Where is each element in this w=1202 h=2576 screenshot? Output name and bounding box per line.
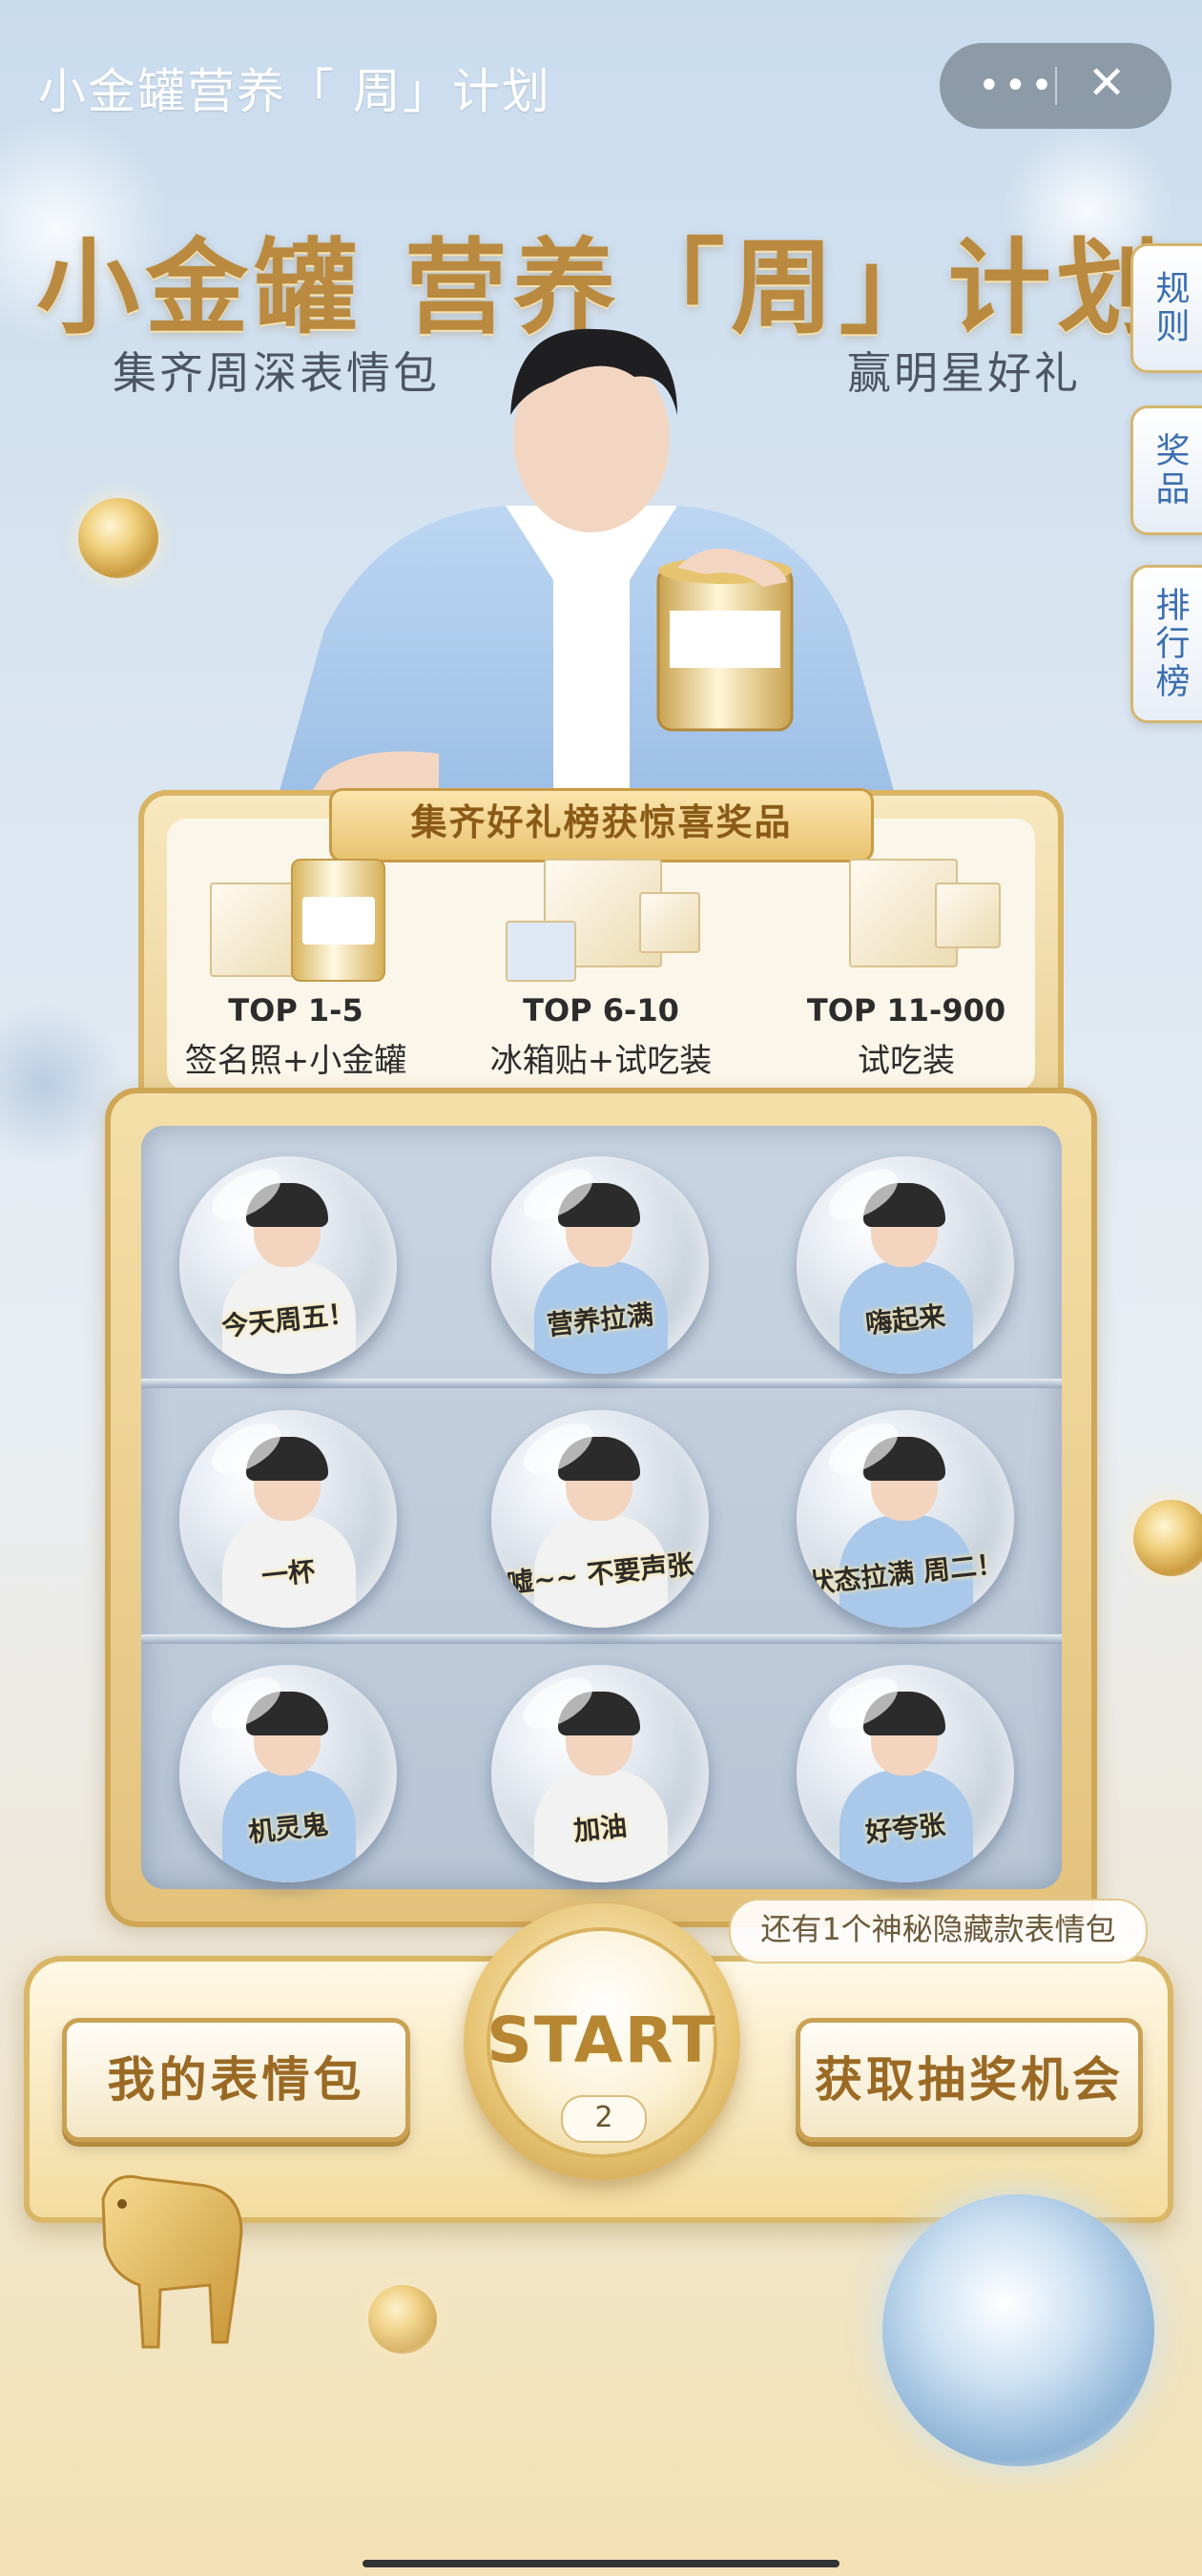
start-label[interactable]: START: [464, 2004, 740, 2077]
page: 小金罐营养「 周」计划 ••• ✕ 小金罐 营养「周」计划 集齐周深表情包 赢明…: [0, 0, 1202, 2576]
more-icon[interactable]: •••: [978, 64, 1057, 108]
prize-rank: TOP 6-10: [523, 992, 679, 1028]
prize-desc: 冰箱贴+试吃装: [489, 1042, 713, 1080]
prize-tier-2[interactable]: TOP 6-10 冰箱贴+试吃装: [467, 854, 735, 1083]
shelf-divider: [141, 1379, 1062, 1388]
sticker-bubble[interactable]: 营养拉满: [491, 1156, 709, 1374]
tab-leaderboard[interactable]: 排行榜: [1130, 565, 1202, 723]
prize-desc: 试吃装: [858, 1042, 955, 1080]
sticker-bubble[interactable]: 嘘~~ 不要声张: [491, 1410, 709, 1628]
prize-tier-3[interactable]: TOP 11-900 试吃装: [773, 854, 1040, 1083]
miniprogram-capsule: ••• ✕: [940, 43, 1171, 129]
sticker-bubble[interactable]: 好夸张: [797, 1665, 1014, 1882]
top-bar: 小金罐营养「 周」计划 ••• ✕: [0, 0, 1202, 172]
get-chance-button[interactable]: 获取抽奖机会: [796, 2018, 1143, 2142]
tab-prizes[interactable]: 奖品: [1130, 405, 1202, 535]
draw-count-badge: 2: [561, 2095, 647, 2143]
home-indicator: [363, 2560, 839, 2567]
prize-banner: 集齐好礼榜获惊喜奖品: [329, 788, 874, 862]
prize-image-sample: [811, 854, 1002, 983]
sticker-bubble[interactable]: 一杯: [179, 1410, 397, 1628]
sticker-bubble[interactable]: 嗨起来: [797, 1156, 1014, 1374]
sticker-bubble[interactable]: 今天周五！: [179, 1156, 397, 1374]
shelf-divider: [141, 1634, 1062, 1644]
tab-rules[interactable]: 规则: [1130, 243, 1202, 373]
prize-image-can-photo: [200, 854, 391, 983]
sticker-bubble[interactable]: 状态拉满 周二！: [797, 1410, 1014, 1628]
sticker-bubble[interactable]: 加油: [491, 1665, 709, 1882]
golden-cow-icon: [101, 2174, 243, 2349]
page-title: 小金罐营养「 周」计划: [38, 64, 551, 119]
close-icon[interactable]: ✕: [1088, 56, 1126, 110]
water-drop-orb-icon: [882, 2194, 1154, 2466]
prize-tier-1[interactable]: TOP 1-5 签名照+小金罐: [162, 854, 429, 1083]
celebrity-illustration: [277, 328, 897, 801]
gold-orb-icon: [1133, 1500, 1202, 1576]
sticker-bubble[interactable]: 机灵鬼: [179, 1665, 397, 1882]
prize-rank: TOP 1-5: [228, 992, 363, 1028]
prize-image-magnet-sample: [506, 854, 700, 983]
prize-rank: TOP 11-900: [806, 992, 1006, 1028]
capsule-divider: [1055, 67, 1057, 105]
hidden-sticker-hint: 还有1个神秘隐藏款表情包: [729, 1899, 1148, 1963]
my-stickers-button[interactable]: 我的表情包: [62, 2018, 410, 2142]
gold-orb-icon: [78, 498, 158, 578]
prize-desc: 签名照+小金罐: [184, 1042, 407, 1080]
